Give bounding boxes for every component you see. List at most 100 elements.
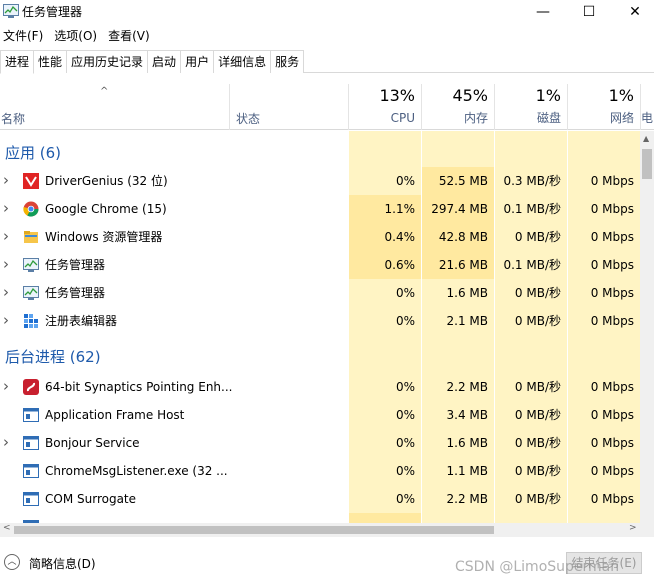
process-row[interactable]: › 任务管理器 0.6% 21.6 MB 0.1 MB/秒 0 Mbps	[0, 251, 640, 279]
network-value: 0 Mbps	[590, 464, 634, 478]
tab-app-history[interactable]: 应用历史记录	[66, 50, 149, 73]
process-name: 任务管理器	[45, 258, 106, 272]
tab-performance[interactable]: 性能	[33, 50, 68, 73]
cpu-value: 0%	[395, 286, 415, 300]
chevron-right-icon[interactable]: ›	[3, 311, 9, 329]
process-row[interactable]: › Bonjour Service 0% 1.6 MB 0 MB/秒 0 Mbps	[0, 429, 640, 457]
network-value: 0 Mbps	[590, 258, 634, 272]
process-row[interactable]: ChromeMsgListener.exe (32 ... 0% 1.1 MB 0 M…	[0, 457, 640, 485]
process-row[interactable]: COM Surrogate 0% 2.2 MB 0 MB/秒 0 Mbps	[0, 485, 640, 513]
chevron-right-icon[interactable]: ›	[3, 199, 9, 217]
chevron-right-icon[interactable]: ›	[3, 433, 9, 451]
memory-value: 42.8 MB	[438, 230, 488, 244]
process-name: DriverGenius (32 位)	[45, 174, 168, 188]
process-name: ChromeMsgListener.exe (32 ...	[45, 464, 228, 478]
taskmgr-icon	[23, 257, 39, 273]
tab-processes[interactable]: 进程	[0, 50, 35, 74]
scroll-right-icon[interactable]: >	[629, 523, 637, 533]
horizontal-scrollbar[interactable]: < >	[0, 523, 640, 537]
process-name: Windows 资源管理器	[45, 230, 163, 244]
process-row[interactable]: › 64-bit Synaptics Pointing Enh... 0% 2.2 M…	[0, 373, 640, 401]
memory-value: 3.4 MB	[446, 408, 488, 422]
column-cpu[interactable]: 13% CPU	[349, 84, 421, 126]
chevron-right-icon[interactable]: ›	[3, 377, 9, 395]
memory-value: 1.6 MB	[446, 436, 488, 450]
chevron-right-icon[interactable]: ›	[3, 255, 9, 273]
tab-strip: 进程 性能 应用历史记录 启动 用户 详细信息 服务	[0, 50, 654, 74]
minimize-button[interactable]: —	[520, 0, 566, 24]
column-header: ^ 名称 状态 13% CPU 45% 内存 1% 磁盘 1% 网络 电	[0, 84, 654, 130]
memory-value: 2.2 MB	[446, 492, 488, 506]
cpu-value	[349, 513, 421, 523]
disk-value: 0 MB/秒	[514, 286, 561, 300]
process-name: Google Chrome (15)	[45, 202, 167, 216]
vertical-scrollbar[interactable]: ▲	[640, 131, 654, 523]
network-value: 0 Mbps	[590, 436, 634, 450]
chevron-right-icon[interactable]: ›	[3, 227, 9, 245]
cpu-value: 0%	[395, 408, 415, 422]
process-row[interactable]: › 注册表编辑器 0% 2.1 MB 0 MB/秒 0 Mbps	[0, 307, 640, 335]
cpu-value: 0%	[395, 436, 415, 450]
memory-value: 52.5 MB	[438, 174, 488, 188]
menu-bar: 文件(F) 选项(O) 查看(V)	[0, 26, 654, 46]
menu-options[interactable]: 选项(O)	[51, 26, 100, 46]
process-row[interactable]: › Google Chrome (15) 1.1% 297.4 MB 0.1 MB/秒 0…	[0, 195, 640, 223]
column-disk[interactable]: 1% 磁盘	[495, 84, 567, 126]
menu-view[interactable]: 查看(V)	[105, 26, 153, 46]
tab-details[interactable]: 详细信息	[213, 50, 272, 73]
group-background[interactable]: 后台进程 (62)	[0, 343, 640, 371]
scroll-up-icon[interactable]: ▲	[643, 134, 649, 143]
memory-value: 1.1 MB	[446, 464, 488, 478]
disk-value: 0 MB/秒	[514, 314, 561, 328]
footer: ︿ 简略信息(D) 结束任务(E) CSDN @LimoSuperman	[0, 538, 654, 588]
chevron-right-icon[interactable]: ›	[3, 283, 9, 301]
network-value: 0 Mbps	[590, 314, 634, 328]
process-row[interactable]: › Windows 资源管理器 0.4% 42.8 MB 0 MB/秒 0 Mbps	[0, 223, 640, 251]
process-row[interactable]: Application Frame Host 0% 3.4 MB 0 MB/秒 0 Mb…	[0, 401, 640, 429]
group-title: 后台进程 (62)	[5, 348, 101, 366]
scroll-left-icon[interactable]: <	[3, 523, 11, 533]
process-list: 应用 (6) › DriverGenius (32 位) 0% 52.5 MB 0.3 M…	[0, 131, 640, 523]
network-value: 0 Mbps	[590, 174, 634, 188]
cpu-value: 0.4%	[384, 230, 416, 244]
cpu-value: 0%	[395, 464, 415, 478]
network-label: 网络	[609, 111, 634, 125]
column-network[interactable]: 1% 网络	[568, 84, 640, 126]
tab-users[interactable]: 用户	[180, 50, 215, 73]
group-apps[interactable]: 应用 (6)	[0, 139, 640, 167]
tab-startup[interactable]: 启动	[147, 50, 182, 73]
memory-value: 2.2 MB	[446, 380, 488, 394]
maximize-button[interactable]: ☐	[566, 0, 612, 24]
column-memory[interactable]: 45% 内存	[422, 84, 494, 126]
horizontal-scroll-thumb[interactable]	[14, 526, 494, 534]
process-row[interactable]	[0, 513, 640, 523]
chevron-up-circle-icon[interactable]: ︿	[4, 554, 20, 570]
memory-label: 内存	[463, 111, 488, 125]
network-value: 0 Mbps	[590, 380, 634, 394]
process-name: Bonjour Service	[45, 436, 140, 450]
column-power-partial[interactable]: 电	[641, 84, 654, 126]
column-name[interactable]: 名称	[1, 110, 25, 127]
process-name: 注册表编辑器	[45, 314, 118, 328]
disk-total: 1%	[535, 86, 561, 105]
column-status[interactable]: 状态	[236, 110, 260, 127]
chrome-icon	[23, 201, 39, 217]
chevron-right-icon[interactable]: ›	[3, 171, 9, 189]
disk-value: 0.1 MB/秒	[503, 258, 561, 272]
disk-value: 0.3 MB/秒	[503, 174, 561, 188]
cpu-value: 0%	[395, 174, 415, 188]
process-name: COM Surrogate	[45, 492, 137, 506]
synaptics-icon	[23, 379, 39, 395]
close-button[interactable]: ✕	[612, 0, 654, 24]
vertical-scroll-thumb[interactable]	[642, 149, 652, 179]
tab-services[interactable]: 服务	[270, 50, 305, 73]
disk-value	[495, 513, 567, 523]
memory-value	[422, 513, 494, 523]
drivergenius-icon	[23, 173, 39, 189]
fewer-details-link[interactable]: 简略信息(D)	[29, 555, 96, 572]
cpu-label: CPU	[390, 111, 415, 125]
network-value: 0 Mbps	[590, 286, 634, 300]
process-row[interactable]: › DriverGenius (32 位) 0% 52.5 MB 0.3 MB/秒 0 M…	[0, 167, 640, 195]
process-row[interactable]: › 任务管理器 0% 1.6 MB 0 MB/秒 0 Mbps	[0, 279, 640, 307]
menu-file[interactable]: 文件(F)	[0, 26, 46, 46]
